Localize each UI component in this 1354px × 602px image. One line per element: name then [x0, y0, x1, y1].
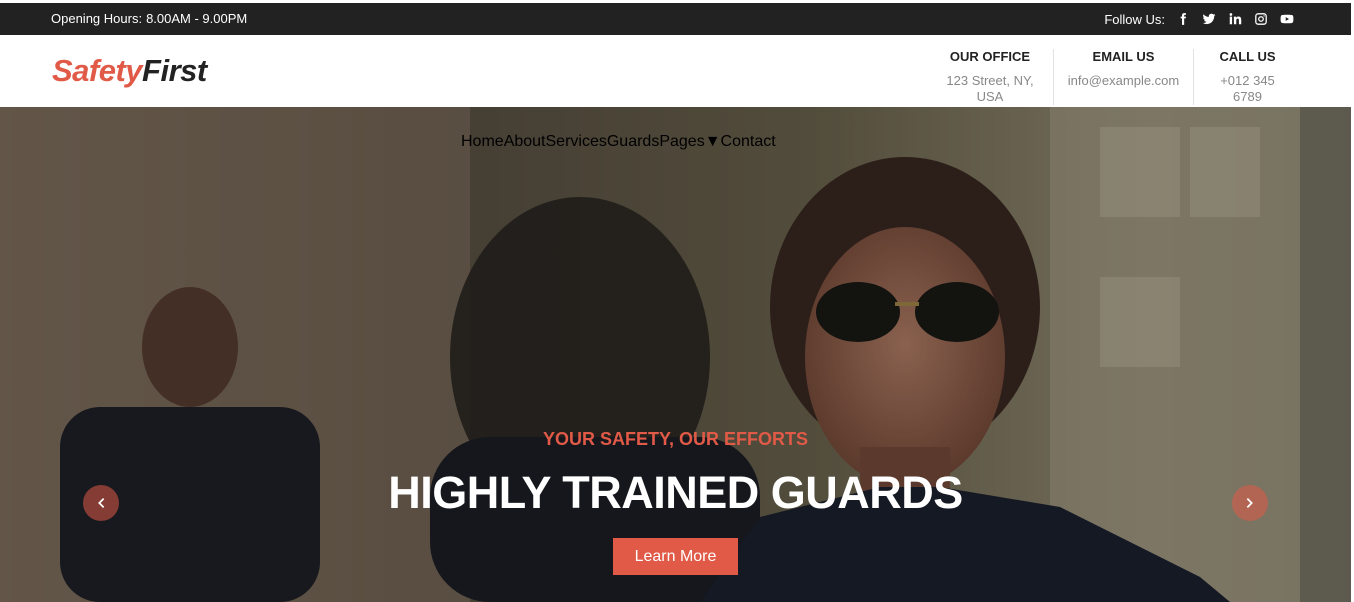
site-logo[interactable]: SafetyFirst [52, 53, 207, 89]
nav-home[interactable]: Home [461, 133, 504, 151]
nav-contact[interactable]: Contact [721, 133, 776, 151]
contact-phone: CALL US +012 345 6789 [1193, 49, 1301, 105]
twitter-icon[interactable] [1201, 11, 1217, 27]
opening-hours-label: Opening Hours: [51, 11, 143, 26]
linkedin-icon[interactable] [1227, 11, 1243, 27]
contact-email-title: EMAIL US [1092, 49, 1155, 64]
youtube-icon[interactable] [1279, 11, 1295, 27]
opening-hours-value: 8.00AM - 9.00PM [146, 11, 248, 26]
header-contacts: OUR OFFICE 123 Street, NY, USA EMAIL US … [927, 49, 1301, 105]
site-header: SafetyFirst OUR OFFICE 123 Street, NY, U… [0, 35, 1351, 107]
learn-more-button[interactable]: Learn More [613, 538, 738, 575]
contact-phone-value[interactable]: +012 345 6789 [1207, 73, 1288, 105]
nav-pages-label: Pages [659, 133, 705, 150]
opening-hours: Opening Hours: 8.00AM - 9.00PM [51, 3, 247, 35]
carousel-prev-button[interactable] [83, 485, 119, 521]
contact-office: OUR OFFICE 123 Street, NY, USA [927, 49, 1053, 105]
top-bar: Opening Hours: 8.00AM - 9.00PM Follow Us: [0, 3, 1351, 35]
nav-services[interactable]: Services [546, 133, 607, 151]
contact-office-value: 123 Street, NY, USA [946, 73, 1034, 104]
main-nav: Home About Services Guards Pages▼ Contac… [461, 133, 776, 151]
facebook-icon[interactable] [1175, 11, 1191, 27]
caret-down-icon: ▼ [704, 133, 721, 150]
contact-email: EMAIL US info@example.com [1053, 49, 1193, 105]
hero-overlay [0, 107, 1351, 602]
nav-pages[interactable]: Pages▼ [659, 133, 720, 151]
logo-part-safety: Safety [52, 53, 143, 88]
nav-guards[interactable]: Guards [607, 133, 659, 151]
follow-us-label: Follow Us: [1104, 11, 1165, 27]
hero-headline: HIGHLY TRAINED GUARDS [388, 467, 963, 518]
contact-email-value[interactable]: info@example.com [1067, 73, 1180, 89]
logo-part-first: First [142, 53, 207, 88]
hero-carousel: Home About Services Guards Pages▼ Contac… [0, 107, 1351, 602]
chevron-right-icon [1246, 498, 1253, 508]
follow-us: Follow Us: [1104, 3, 1295, 35]
nav-about[interactable]: About [504, 133, 546, 151]
hero-tagline: YOUR SAFETY, OUR EFFORTS [542, 429, 809, 449]
instagram-icon[interactable] [1253, 11, 1269, 27]
contact-office-title: OUR OFFICE [949, 49, 1031, 64]
contact-phone-title: CALL US [1219, 49, 1276, 64]
chevron-left-icon [98, 498, 105, 508]
carousel-next-button[interactable] [1232, 485, 1268, 521]
